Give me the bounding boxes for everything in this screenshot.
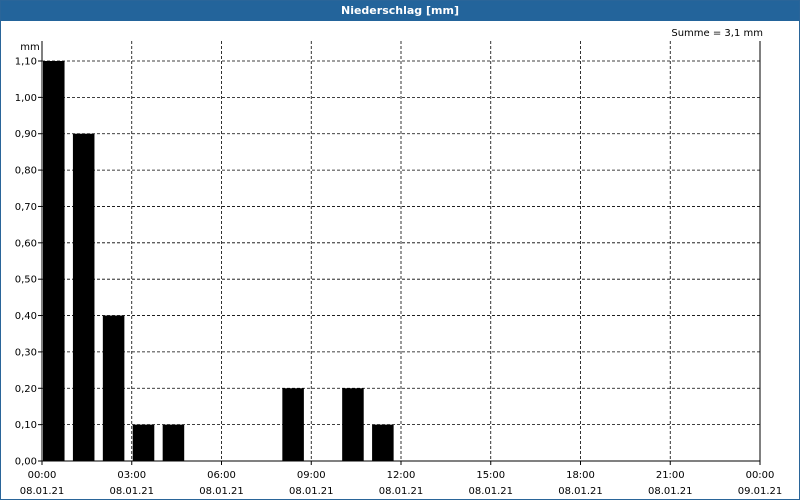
x-tick-date: 08.01.21 (648, 486, 693, 497)
y-tick-label: 0,50 (15, 275, 37, 286)
y-tick-label: 1,00 (15, 93, 37, 104)
precipitation-bar (282, 388, 304, 461)
grid (38, 41, 761, 465)
precipitation-bar (132, 424, 155, 461)
x-tick-time: 18:00 (566, 470, 595, 481)
x-tick-time: 21:00 (656, 470, 685, 481)
x-tick-date: 08.01.21 (20, 486, 65, 497)
y-tick-label: 0,20 (15, 384, 37, 395)
precipitation-bar (72, 133, 95, 461)
x-tick-date: 08.01.21 (199, 486, 244, 497)
x-tick-time: 09:00 (297, 470, 326, 481)
y-tick-label: 0,90 (15, 129, 37, 140)
x-tick-time: 06:00 (207, 470, 236, 481)
y-axis-unit: mm (20, 42, 39, 53)
x-tick-time: 15:00 (476, 470, 505, 481)
bars (43, 61, 394, 461)
y-tick-label: 0,30 (15, 347, 37, 358)
precipitation-bar (162, 424, 185, 461)
x-tick-date: 09.01.21 (738, 486, 783, 497)
precipitation-bar (43, 61, 65, 461)
y-tick-label: 0,00 (15, 457, 37, 468)
precipitation-bar (342, 388, 364, 461)
x-tick-time: 03:00 (117, 470, 146, 481)
y-tick-label: 0,80 (15, 166, 37, 177)
x-tick-date: 08.01.21 (558, 486, 603, 497)
axis-labels: mm 0,00 0,10 0,20 0,30 0,40 0,50 0,60 0,70 0,80 0… (15, 42, 783, 497)
y-tick-label: 0,70 (15, 202, 37, 213)
x-tick-time: 12:00 (387, 470, 416, 481)
x-tick-date: 08.01.21 (379, 486, 424, 497)
x-tick-date: 08.01.21 (289, 486, 334, 497)
precipitation-bar (102, 315, 125, 461)
y-tick-label: 0,60 (15, 238, 37, 249)
x-tick-date: 08.01.21 (109, 486, 154, 497)
y-tick-label: 0,40 (15, 311, 37, 322)
x-tick-time: 00:00 (28, 470, 57, 481)
y-tick-label: 0,10 (15, 420, 37, 431)
precipitation-bar (372, 424, 394, 461)
y-tick-label: 1,10 (15, 57, 37, 68)
precipitation-bar-chart: mm 0,00 0,10 0,20 0,30 0,40 0,50 0,60 0,70 0,80 0… (15, 41, 783, 497)
x-tick-date: 08.01.21 (468, 486, 513, 497)
x-tick-time: 00:00 (746, 470, 775, 481)
